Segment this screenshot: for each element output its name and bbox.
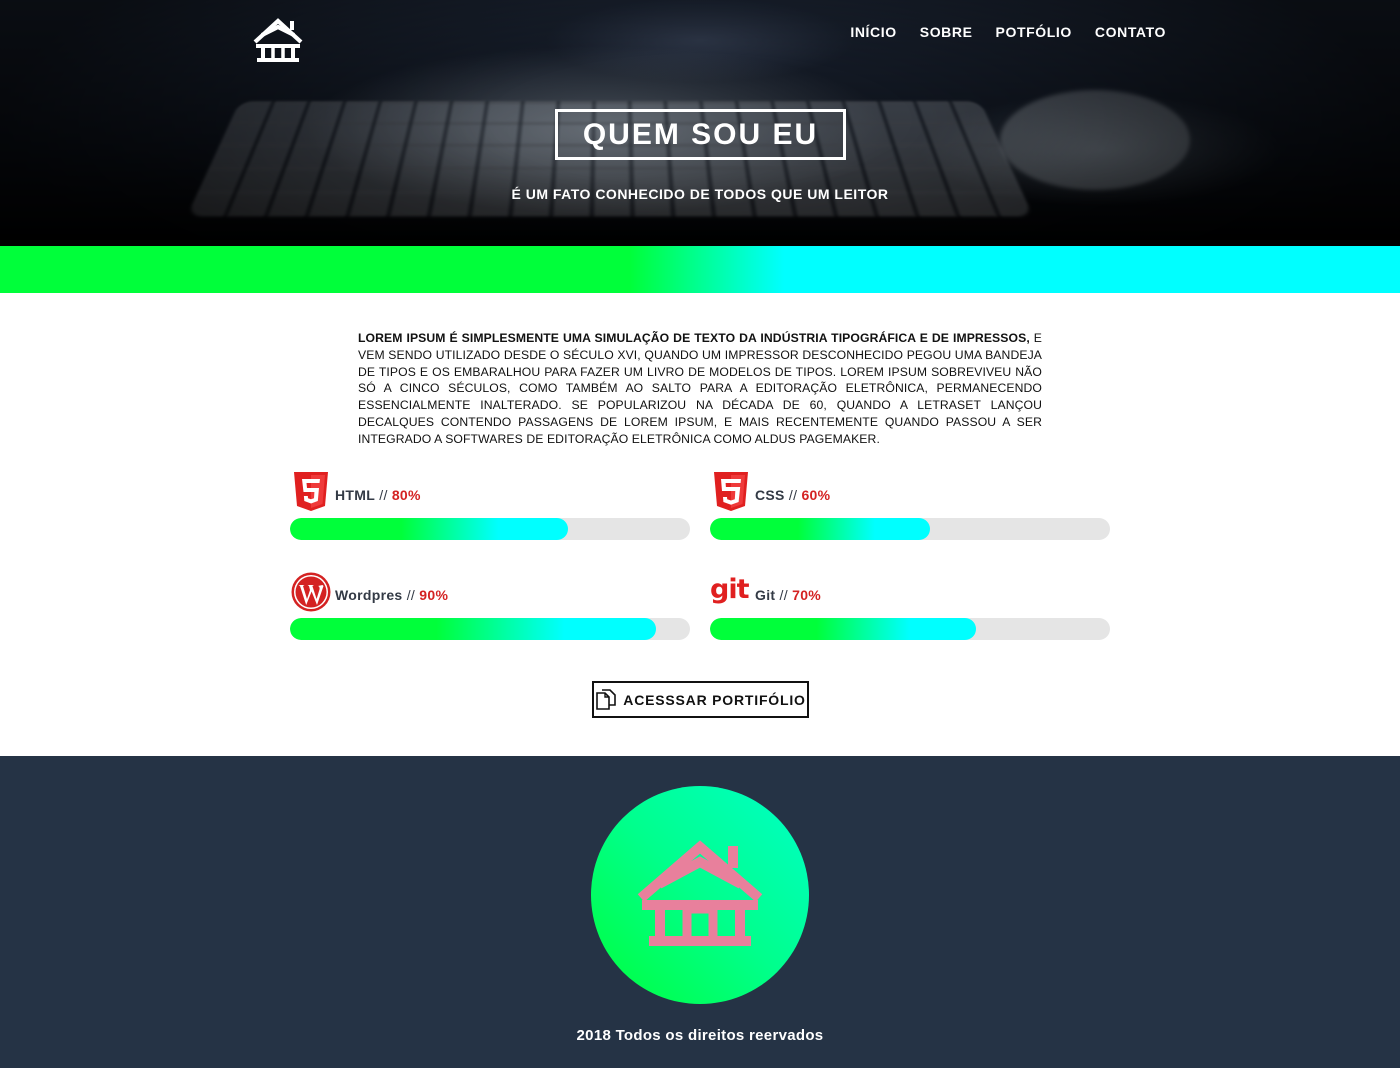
git-icon: git <box>710 574 751 605</box>
skill-label: HTML // 80% <box>335 487 421 503</box>
skill-separator: // <box>775 587 793 603</box>
gradient-divider <box>0 246 1400 293</box>
intro-paragraph: LOREM IPSUM É SIMPLESMENTE UMA SIMULAÇÃO… <box>358 330 1042 448</box>
intro-lead: LOREM IPSUM É SIMPLESMENTE UMA SIMULAÇÃO… <box>358 331 1030 345</box>
hero-banner: INÍCIO SOBRE POTFÓLIO CONTATO QUEM SOU E… <box>0 0 1400 246</box>
nav-item-portfolio[interactable]: POTFÓLIO <box>996 24 1072 40</box>
html5-icon <box>294 472 328 511</box>
skill-percent: 80% <box>391 487 421 503</box>
footer-copyright: 2018 Todos os direitos reervados <box>576 1027 824 1044</box>
access-portfolio-button[interactable]: ACESSSAR PORTIFÓLIO <box>592 681 809 718</box>
skill-progress-fill <box>290 618 656 640</box>
skill-label: Wordpres // 90% <box>335 587 448 603</box>
skill-name: Git <box>755 587 776 603</box>
skill-progress-track <box>710 618 1110 640</box>
house-logo-icon[interactable] <box>252 16 304 64</box>
skill-progress-track <box>290 518 690 540</box>
access-portfolio-label: ACESSSAR PORTIFÓLIO <box>623 691 806 708</box>
nav-item-contato[interactable]: CONTATO <box>1095 24 1166 40</box>
skill-separator: // <box>402 587 420 603</box>
skill-name: CSS <box>755 487 785 503</box>
skill-progress-track <box>710 518 1110 540</box>
hero-subtitle: É UM FATO CONHECIDO DE TODOS QUE UM LEIT… <box>511 186 889 202</box>
skill-progress-fill <box>710 518 930 540</box>
intro-body: E VEM SENDO UTILIZADO DESDE O SÉCULO XVI… <box>358 331 1043 446</box>
main-nav: INÍCIO SOBRE POTFÓLIO CONTATO <box>850 24 1166 40</box>
skill-separator: // <box>375 487 392 503</box>
nav-item-inicio[interactable]: INÍCIO <box>850 24 896 40</box>
wordpress-icon <box>291 572 331 612</box>
hero-title: QUEM SOU EU <box>582 117 819 151</box>
skill-progress-fill <box>290 518 568 540</box>
footer-logo-circle <box>591 786 809 1004</box>
copy-icon <box>596 688 617 710</box>
nav-item-sobre[interactable]: SOBRE <box>920 24 973 40</box>
hero-title-box: QUEM SOU EU <box>555 109 846 160</box>
skill-percent: 90% <box>419 587 449 603</box>
skill-percent: 60% <box>801 487 831 503</box>
skill-name: Wordpres <box>335 587 403 603</box>
skill-percent: 70% <box>792 587 822 603</box>
svg-text:git: git <box>710 574 750 605</box>
house-icon <box>637 840 763 946</box>
skill-name: HTML <box>335 487 376 503</box>
skill-separator: // <box>784 487 802 503</box>
skill-progress-track <box>290 618 690 640</box>
footer: 2018 Todos os direitos reervados <box>0 756 1400 1068</box>
skill-label: Git // 70% <box>755 587 821 603</box>
skill-label: CSS // 60% <box>755 487 830 503</box>
skill-progress-fill <box>710 618 976 640</box>
css3-icon <box>714 472 748 511</box>
